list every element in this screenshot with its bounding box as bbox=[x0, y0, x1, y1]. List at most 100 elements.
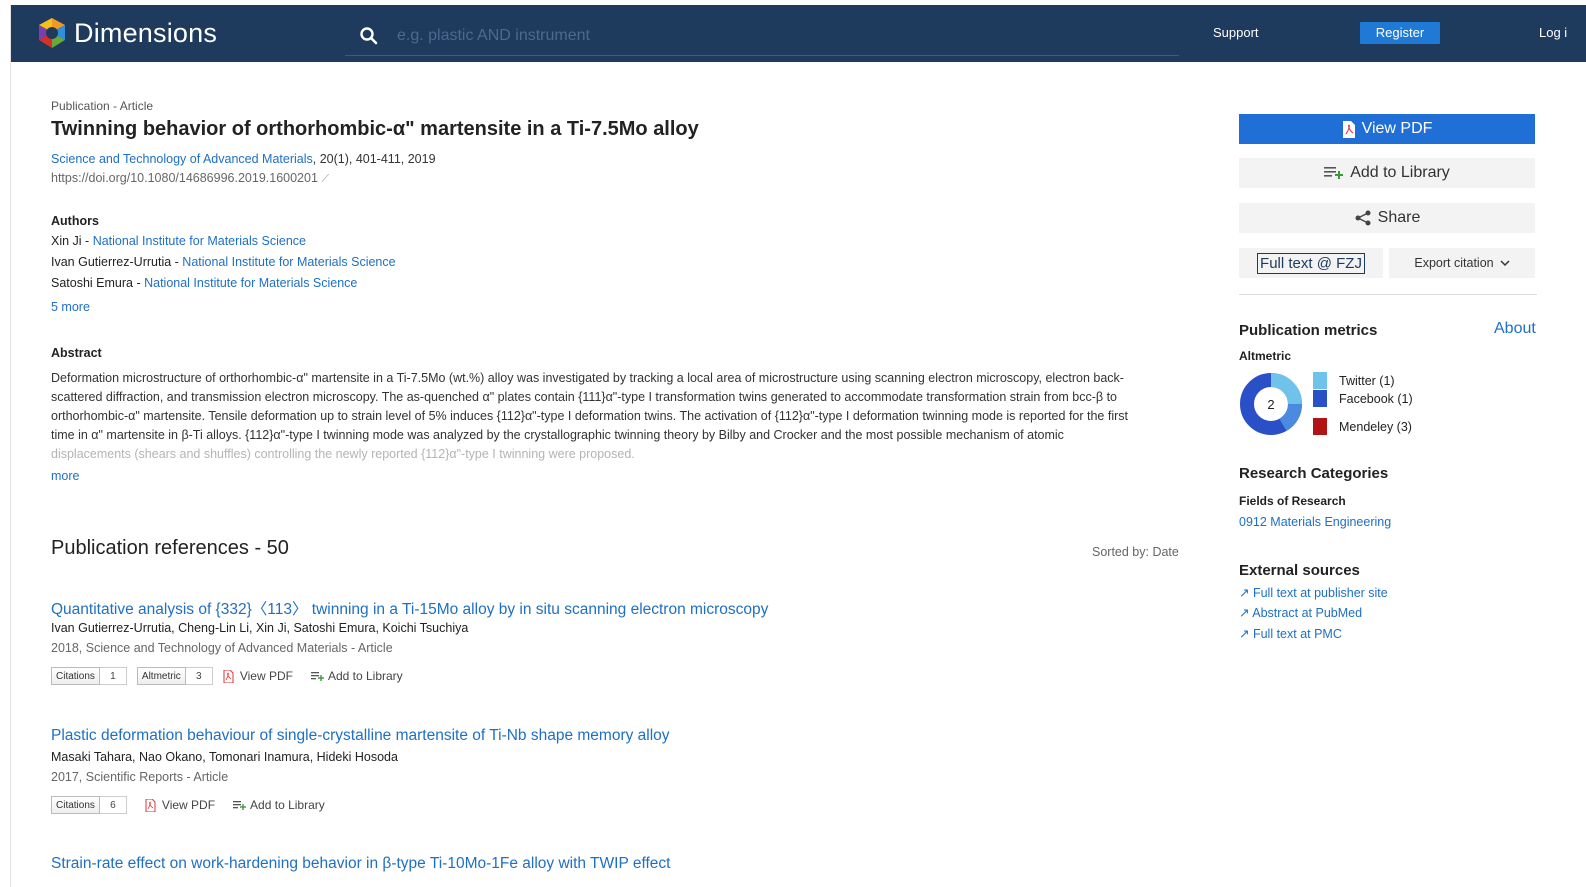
references-heading: Publication references - 50 bbox=[51, 537, 289, 559]
add-library-label: Add to Library bbox=[250, 798, 325, 812]
full-text-fzj-button[interactable]: Full text @ FZJ bbox=[1239, 248, 1383, 278]
add-library-icon bbox=[233, 800, 247, 810]
facebook-swatch bbox=[1313, 390, 1327, 407]
export-citation-dropdown[interactable]: Export citation bbox=[1389, 248, 1535, 278]
full-text-label: Full text @ FZJ bbox=[1257, 252, 1365, 274]
reference-authors: Masaki Tahara, Nao Okano, Tomonari Inamu… bbox=[51, 750, 398, 764]
view-pdf-button[interactable]: View PDF bbox=[1239, 114, 1535, 144]
citations-badge[interactable]: Citations bbox=[51, 796, 100, 814]
view-pdf-link[interactable]: View PDF bbox=[145, 798, 215, 812]
external-link-label: Full text at publisher site bbox=[1252, 586, 1388, 600]
page-frame: Dimensions Support Register Log i Public… bbox=[10, 5, 1586, 887]
reference-actions: Citations 1 Altmetric 3 View PDF Add to Li… bbox=[51, 667, 403, 685]
view-pdf-link[interactable]: View PDF bbox=[223, 669, 293, 683]
sidebar-divider bbox=[1239, 294, 1537, 295]
chevron-down-icon bbox=[1500, 259, 1510, 266]
add-to-library-button[interactable]: Add to Library bbox=[1239, 158, 1535, 188]
citations-badge[interactable]: Citations bbox=[51, 667, 100, 685]
export-label: Export citation bbox=[1414, 256, 1494, 270]
external-link-publisher[interactable]: ↗ Full text at publisher site bbox=[1239, 585, 1388, 600]
altmetric-count: 3 bbox=[185, 667, 213, 685]
external-link-label: Abstract at PubMed bbox=[1252, 606, 1363, 620]
altmetric-legend-facebook: Facebook (1) bbox=[1313, 390, 1413, 407]
altmetric-legend-twitter: Twitter (1) bbox=[1313, 372, 1395, 389]
abstract-heading: Abstract bbox=[51, 346, 102, 360]
view-pdf-label: View PDF bbox=[161, 798, 216, 812]
login-link[interactable]: Log i bbox=[1539, 25, 1567, 40]
citations-count: 1 bbox=[99, 667, 127, 685]
top-navigation-bar: Dimensions Support Register Log i bbox=[11, 5, 1586, 62]
author-name: Ivan Gutierrez-Urrutia bbox=[51, 255, 172, 269]
pdf-icon bbox=[223, 669, 234, 683]
external-link-icon: ⟋ bbox=[321, 173, 330, 185]
reference-title-link[interactable]: Quantitative analysis of {332}〈113〉 twin… bbox=[51, 597, 768, 619]
abstract-text: Deformation microstructure of orthorhomb… bbox=[51, 369, 1176, 464]
altmetric-badge[interactable]: Altmetric bbox=[136, 667, 186, 685]
doi-link[interactable]: https://doi.org/10.1080/14686996.2019.16… bbox=[51, 171, 329, 186]
add-library-label: Add to Library bbox=[1350, 164, 1450, 181]
dimensions-logo[interactable]: Dimensions bbox=[35, 16, 217, 50]
author-row: Satoshi Emura - National Institute for M… bbox=[51, 276, 358, 290]
author-affiliation-link[interactable]: National Institute for Materials Science bbox=[182, 255, 395, 269]
metrics-heading: Publication metrics bbox=[1239, 322, 1378, 339]
publication-title: Twinning behavior of orthorhombic-α" mar… bbox=[51, 118, 699, 140]
journal-link[interactable]: Science and Technology of Advanced Mater… bbox=[51, 152, 313, 166]
authors-heading: Authors bbox=[51, 214, 99, 228]
citations-label: Citations bbox=[56, 799, 95, 811]
altmetric-legend-mendeley: Mendeley (3) bbox=[1313, 418, 1412, 435]
external-sources-heading: External sources bbox=[1239, 562, 1360, 579]
journal-line: Science and Technology of Advanced Mater… bbox=[51, 152, 436, 166]
reference-actions: Citations 6 View PDF Add to Library bbox=[51, 796, 325, 814]
legend-label: Facebook (1) bbox=[1339, 391, 1413, 406]
author-affiliation-link[interactable]: National Institute for Materials Science bbox=[144, 276, 357, 290]
field-link[interactable]: 0912 Materials Engineering bbox=[1239, 515, 1391, 529]
twitter-swatch bbox=[1313, 372, 1327, 389]
external-link-pmc[interactable]: ↗ Full text at PMC bbox=[1239, 626, 1342, 641]
add-library-icon bbox=[310, 671, 324, 681]
sorted-by[interactable]: Sorted by: Date bbox=[1092, 545, 1179, 559]
legend-label: Mendeley (3) bbox=[1339, 419, 1412, 434]
author-row: Xin Ji - National Institute for Material… bbox=[51, 234, 306, 248]
abstract-line-faded: displacements (shears and shuffles) cont… bbox=[51, 447, 635, 461]
reference-authors: Ivan Gutierrez-Urrutia, Cheng-Lin Li, Xi… bbox=[51, 621, 469, 635]
share-icon bbox=[1355, 210, 1371, 226]
about-metrics-link[interactable]: About bbox=[1494, 320, 1536, 338]
citations-label: Citations bbox=[56, 670, 95, 682]
author-affiliation-link[interactable]: National Institute for Materials Science bbox=[93, 234, 306, 248]
search-icon[interactable] bbox=[359, 26, 379, 46]
share-button[interactable]: Share bbox=[1239, 203, 1535, 233]
research-categories-heading: Research Categories bbox=[1239, 465, 1389, 482]
citations-count: 6 bbox=[99, 796, 127, 814]
pdf-icon bbox=[145, 798, 156, 812]
add-library-icon bbox=[1324, 167, 1344, 179]
add-to-library-link[interactable]: Add to Library bbox=[310, 669, 403, 683]
altmetric-label: Altmetric bbox=[1239, 349, 1292, 363]
pdf-icon bbox=[1342, 120, 1355, 138]
publication-type: Publication - Article bbox=[51, 99, 154, 113]
abstract-line: scattered diffraction, and transmission … bbox=[51, 390, 1117, 404]
abstract-line: orthorhombic-α" martensite. Tensile defo… bbox=[51, 409, 1128, 423]
share-label: Share bbox=[1377, 209, 1421, 226]
support-link[interactable]: Support bbox=[1213, 25, 1259, 40]
altmetric-score: 2 bbox=[1267, 397, 1274, 412]
add-to-library-link[interactable]: Add to Library bbox=[233, 798, 325, 812]
reference-title-link[interactable]: Plastic deformation behaviour of single-… bbox=[51, 727, 670, 745]
external-link-label: Full text at PMC bbox=[1252, 627, 1342, 641]
reference-title-link[interactable]: Strain-rate effect on work-hardening beh… bbox=[51, 855, 670, 873]
fields-of-research-label: Fields of Research bbox=[1239, 494, 1346, 508]
search-input[interactable] bbox=[395, 26, 1159, 46]
add-library-label: Add to Library bbox=[327, 669, 403, 683]
external-link-pubmed[interactable]: ↗ Abstract at PubMed bbox=[1239, 605, 1362, 620]
more-authors-link[interactable]: 5 more bbox=[51, 300, 90, 314]
reference-meta: 2018, Science and Technology of Advanced… bbox=[51, 641, 393, 655]
dimensions-logo-icon bbox=[39, 18, 65, 48]
mendeley-swatch bbox=[1313, 418, 1327, 435]
abstract-line: Deformation microstructure of orthorhomb… bbox=[51, 371, 1124, 385]
author-row: Ivan Gutierrez-Urrutia - National Instit… bbox=[51, 255, 396, 269]
logo-text: Dimensions bbox=[74, 17, 218, 48]
altmetric-donut[interactable]: 2 bbox=[1239, 372, 1303, 436]
register-button[interactable]: Register bbox=[1360, 22, 1440, 44]
view-pdf-label: View PDF bbox=[239, 669, 293, 683]
abstract-more-link[interactable]: more bbox=[51, 469, 79, 483]
author-name: Satoshi Emura bbox=[51, 276, 133, 290]
